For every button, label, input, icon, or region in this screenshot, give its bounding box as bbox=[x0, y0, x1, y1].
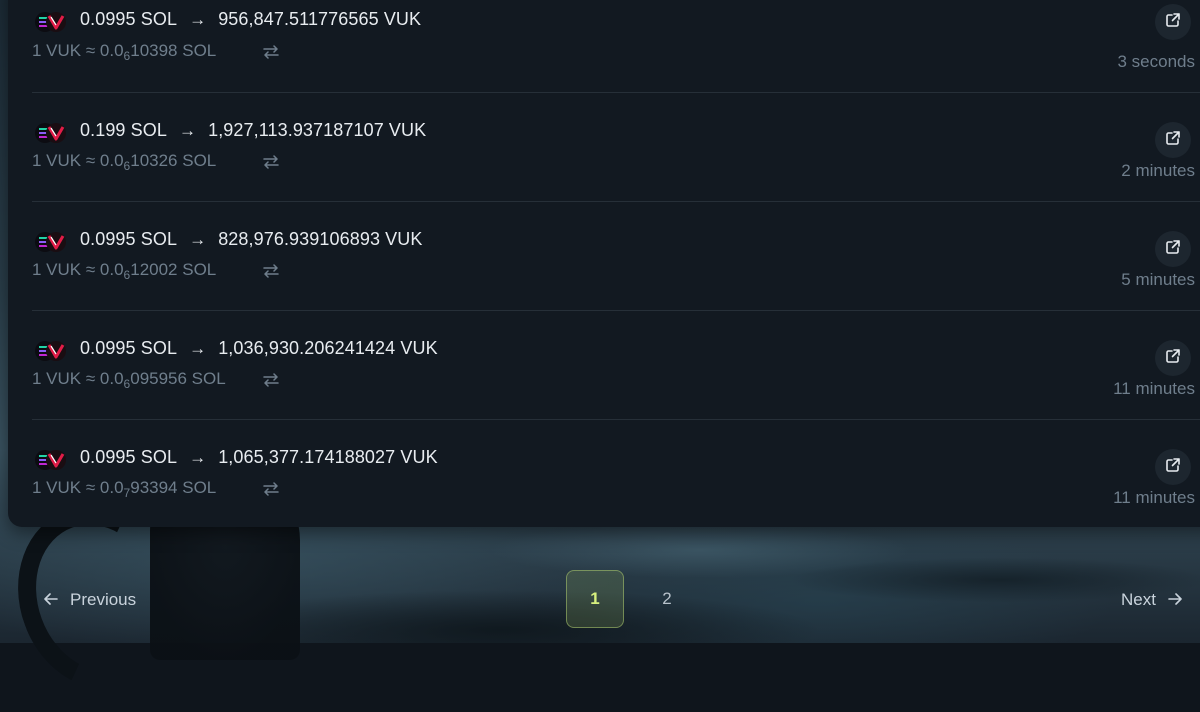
next-button[interactable]: Next bbox=[1121, 590, 1182, 610]
trade-rate: 1 VUK ≈ 0.0610326 SOL bbox=[32, 151, 217, 172]
arrow-right-icon bbox=[1168, 590, 1182, 610]
rate-prefix: 1 VUK ≈ 0.0 bbox=[32, 478, 124, 497]
vuk-amount: 1,036,930.206241424 VUK bbox=[218, 338, 438, 358]
next-label: Next bbox=[1121, 590, 1156, 609]
sol-vuk-pair-icon bbox=[35, 450, 67, 470]
rate-digits: 10398 SOL bbox=[130, 41, 217, 60]
row-divider bbox=[32, 92, 1200, 93]
swap-arrows-icon[interactable] bbox=[262, 482, 280, 496]
rate-digits: 12002 SOL bbox=[130, 260, 217, 279]
swap-arrows-icon[interactable] bbox=[262, 264, 280, 278]
trade-summary: 0.199 SOL → 1,927,113.937187107 VUK bbox=[80, 120, 426, 141]
external-link-button[interactable] bbox=[1155, 449, 1191, 485]
arrow-right-icon: → bbox=[189, 448, 207, 467]
trade-rate: 1 VUK ≈ 0.0610398 SOL bbox=[32, 41, 217, 62]
trade-time: 11 minutes bbox=[1113, 379, 1195, 398]
external-link-icon bbox=[1165, 348, 1181, 369]
external-link-icon bbox=[1165, 12, 1181, 33]
row-divider bbox=[32, 310, 1200, 311]
page-2-button[interactable]: 2 bbox=[638, 570, 696, 628]
previous-label: Previous bbox=[70, 590, 137, 609]
external-link-icon bbox=[1165, 239, 1181, 260]
trade-time: 5 minutes bbox=[1121, 270, 1195, 289]
trade-rate: 1 VUK ≈ 0.0793394 SOL bbox=[32, 478, 217, 499]
trade-summary: 0.0995 SOL → 828,976.939106893 VUK bbox=[80, 229, 422, 250]
rate-digits: 095956 SOL bbox=[130, 369, 226, 388]
trade-summary: 0.0995 SOL → 956,847.511776565 VUK bbox=[80, 9, 421, 30]
row-divider bbox=[32, 419, 1200, 420]
previous-button[interactable]: Previous bbox=[44, 590, 136, 610]
arrow-right-icon: → bbox=[189, 10, 207, 29]
trade-summary: 0.0995 SOL → 1,036,930.206241424 VUK bbox=[80, 338, 438, 359]
vuk-amount: 1,927,113.937187107 VUK bbox=[208, 120, 427, 140]
sol-amount: 0.0995 SOL bbox=[80, 229, 178, 249]
vuk-amount: 956,847.511776565 VUK bbox=[218, 9, 422, 29]
sol-vuk-pair-icon bbox=[35, 341, 67, 361]
rate-prefix: 1 VUK ≈ 0.0 bbox=[32, 260, 124, 279]
external-link-button[interactable] bbox=[1155, 340, 1191, 376]
sol-vuk-pair-icon bbox=[35, 123, 67, 143]
rate-prefix: 1 VUK ≈ 0.0 bbox=[32, 151, 124, 170]
trade-row: 0.0995 SOL → 1,065,377.174188027 VUK 1 VUK… bbox=[0, 436, 1200, 545]
row-divider bbox=[32, 201, 1200, 202]
vuk-amount: 828,976.939106893 VUK bbox=[218, 229, 423, 249]
sol-vuk-pair-icon bbox=[35, 232, 67, 252]
swap-arrows-icon[interactable] bbox=[262, 45, 280, 59]
trade-time: 2 minutes bbox=[1121, 161, 1195, 180]
swap-arrows-icon[interactable] bbox=[262, 373, 280, 387]
page-1-button[interactable]: 1 bbox=[566, 570, 624, 628]
arrow-right-icon: → bbox=[189, 230, 207, 249]
sol-amount: 0.0995 SOL bbox=[80, 9, 178, 29]
sol-amount: 0.0995 SOL bbox=[80, 447, 178, 467]
trade-time: 3 seconds bbox=[1117, 52, 1196, 71]
external-link-button[interactable] bbox=[1155, 122, 1191, 158]
arrow-left-icon bbox=[44, 590, 58, 610]
trade-rate: 1 VUK ≈ 0.0612002 SOL bbox=[32, 260, 217, 281]
rate-prefix: 1 VUK ≈ 0.0 bbox=[32, 41, 124, 60]
sol-amount: 0.0995 SOL bbox=[80, 338, 178, 358]
sol-vuk-pair-icon bbox=[35, 12, 67, 32]
trade-summary: 0.0995 SOL → 1,065,377.174188027 VUK bbox=[80, 447, 438, 468]
pagination: Previous 1 2 Next bbox=[0, 565, 1200, 630]
trade-time: 11 minutes bbox=[1113, 488, 1195, 507]
rate-digits: 10326 SOL bbox=[130, 151, 217, 170]
vuk-amount: 1,065,377.174188027 VUK bbox=[218, 447, 438, 467]
sol-amount: 0.199 SOL bbox=[80, 120, 167, 140]
external-link-icon bbox=[1165, 457, 1181, 478]
trade-rate: 1 VUK ≈ 0.06095956 SOL bbox=[32, 369, 226, 390]
rate-digits: 93394 SOL bbox=[130, 478, 217, 497]
external-link-icon bbox=[1165, 130, 1181, 151]
external-link-button[interactable] bbox=[1155, 231, 1191, 267]
arrow-right-icon: → bbox=[189, 339, 207, 358]
arrow-right-icon: → bbox=[178, 121, 197, 140]
swap-arrows-icon[interactable] bbox=[262, 155, 280, 169]
external-link-button[interactable] bbox=[1155, 4, 1191, 40]
rate-prefix: 1 VUK ≈ 0.0 bbox=[32, 369, 124, 388]
